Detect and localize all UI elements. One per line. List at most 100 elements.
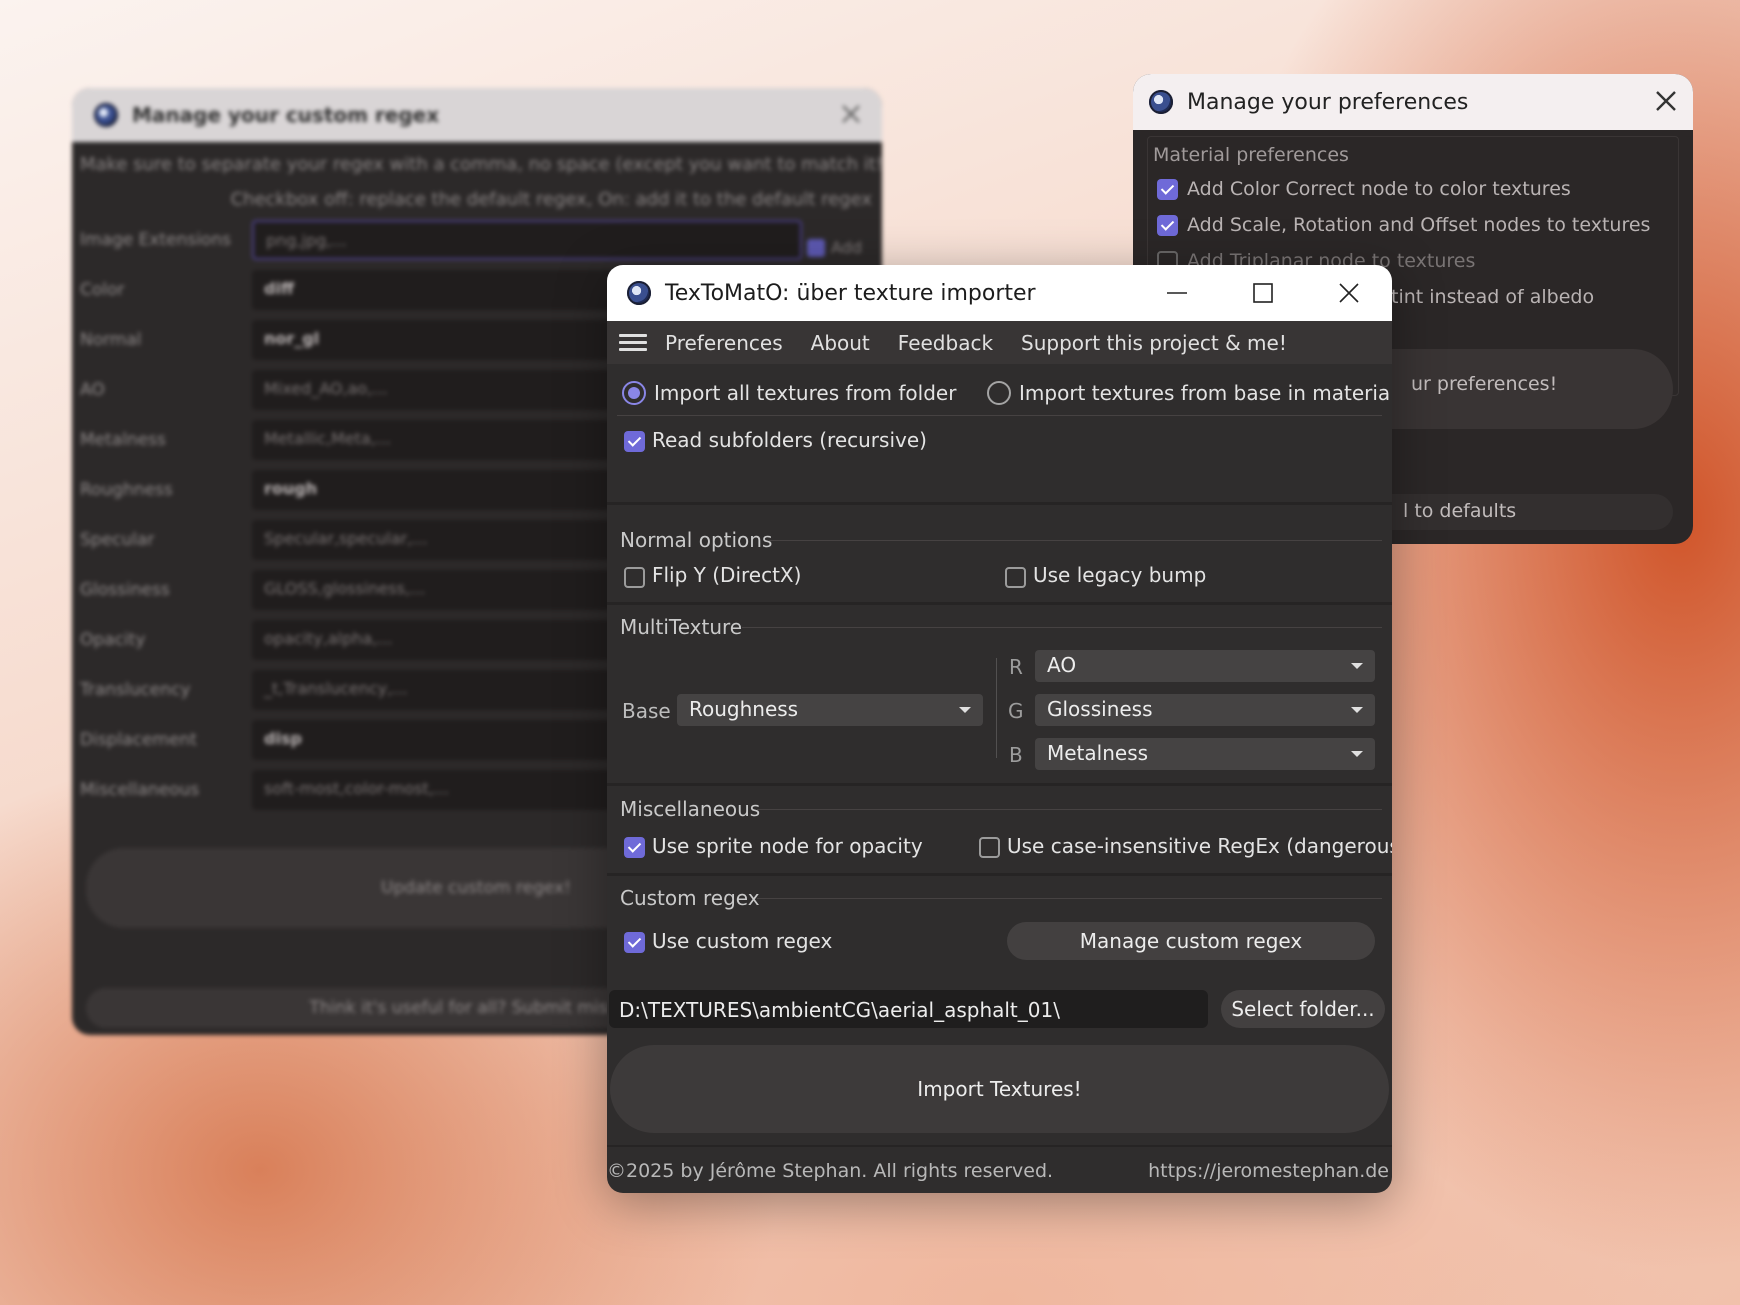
import-base-radio[interactable] [987, 381, 1011, 405]
minimize-icon [1167, 292, 1187, 294]
g-channel-dropdown[interactable]: Glossiness [1035, 694, 1375, 726]
regex-note-2: Checkbox off: replace the default regex,… [230, 189, 872, 210]
chevron-down-icon [1351, 663, 1363, 669]
import-folder-label: Import all textures from folder [654, 381, 957, 405]
regex-row-label: Metalness [80, 430, 166, 450]
close-button[interactable] [1306, 265, 1392, 321]
regex-row-input[interactable]: png,jpg,... [252, 220, 802, 260]
copyright-text: ©2025 by Jérôme Stephan. All rights rese… [607, 1160, 1054, 1182]
close-icon [1339, 283, 1359, 303]
legacy-bump-label: Use legacy bump [1033, 563, 1207, 587]
separator [757, 809, 1382, 810]
pref-label: tint instead of albedo [1391, 286, 1595, 308]
checkbox-checked-icon [1157, 214, 1178, 236]
normal-options-title: Normal options [620, 528, 773, 552]
base-dropdown-value: Roughness [689, 697, 799, 721]
b-dropdown-value: Metalness [1047, 741, 1149, 765]
b-label: B [1009, 743, 1023, 767]
maximize-button[interactable] [1220, 265, 1306, 321]
regex-row-label: Displacement [80, 730, 197, 750]
case-insensitive-checkbox[interactable] [979, 837, 1000, 858]
case-insensitive-label: Use case-insensitive RegEx (dangerous!) [1007, 834, 1392, 858]
regex-row-label: Normal [80, 330, 142, 350]
separator [769, 540, 1382, 541]
regex-row-label: Translucency [80, 680, 191, 700]
regex-row-label: Miscellaneous [80, 780, 200, 800]
pref-scale-rotation-offset[interactable]: Add Scale, Rotation and Offset nodes to … [1157, 214, 1650, 236]
regex-row: Image Extensions png,jpg,... [78, 220, 882, 260]
hamburger-menu-icon[interactable] [619, 330, 647, 355]
preferences-title: Manage your preferences [1187, 89, 1469, 115]
save-preferences-label: ur preferences! [1411, 373, 1558, 395]
regex-row-label: Glossiness [80, 580, 170, 600]
material-preferences-title: Material preferences [1153, 144, 1349, 166]
menu-preferences[interactable]: Preferences [665, 331, 783, 355]
use-custom-regex-checkbox[interactable] [624, 932, 645, 953]
menu-support[interactable]: Support this project & me! [1021, 331, 1287, 355]
main-title: TexToMatO: über texture importer [665, 280, 1036, 306]
chevron-down-icon [1351, 751, 1363, 757]
main-window: TexToMatO: über texture importer Prefere… [607, 265, 1392, 1193]
checkbox-checked-icon [1157, 178, 1178, 200]
preferences-titlebar: Manage your preferences [1133, 74, 1693, 130]
import-folder-radio[interactable] [622, 381, 646, 405]
separator [607, 873, 1392, 876]
import-base-label: Import textures from base in material [1019, 381, 1392, 405]
legacy-bump-checkbox[interactable] [1005, 567, 1026, 588]
separator [607, 1145, 1392, 1147]
separator [757, 898, 1382, 899]
folder-path-input[interactable]: D:\TEXTURES\ambientCG\aerial_asphalt_01\ [609, 990, 1208, 1028]
regex-note-1: Make sure to separate your regex with a … [80, 154, 882, 175]
pref-label: Add Scale, Rotation and Offset nodes to … [1187, 214, 1651, 236]
chevron-down-icon [1351, 707, 1363, 713]
regex-window-title: Manage your custom regex [132, 103, 440, 127]
separator [607, 783, 1392, 786]
separator [607, 502, 1392, 505]
regex-window-titlebar: Manage your custom regex [72, 88, 882, 142]
read-subfolders-label: Read subfolders (recursive) [652, 428, 927, 452]
r-dropdown-value: AO [1047, 653, 1077, 677]
minimize-button[interactable] [1134, 265, 1220, 321]
regex-row-label: Specular [80, 530, 155, 550]
maximize-icon [1253, 283, 1273, 303]
g-label: G [1008, 699, 1024, 723]
regex-row-label: Roughness [80, 480, 173, 500]
separator [617, 415, 1382, 416]
import-textures-button[interactable]: Import Textures! [610, 1045, 1389, 1133]
chevron-down-icon [959, 707, 971, 713]
main-titlebar: TexToMatO: über texture importer [607, 265, 1392, 321]
separator [742, 627, 1382, 628]
menu-bar: Preferences About Feedback Support this … [607, 321, 1392, 364]
pref-color-correct[interactable]: Add Color Correct node to color textures [1157, 178, 1571, 200]
r-channel-dropdown[interactable]: AO [1035, 650, 1375, 682]
menu-feedback[interactable]: Feedback [898, 331, 993, 355]
multitexture-title: MultiTexture [620, 615, 743, 639]
misc-title: Miscellaneous [620, 797, 761, 821]
close-icon[interactable] [1655, 90, 1677, 112]
regex-row-label: AO [80, 380, 105, 400]
pref-label: Add Color Correct node to color textures [1187, 178, 1571, 200]
pref-tint[interactable]: tint instead of albedo [1391, 286, 1594, 308]
base-dropdown[interactable]: Roughness [677, 694, 983, 726]
manage-custom-regex-button[interactable]: Manage custom regex [1007, 922, 1375, 960]
custom-regex-title: Custom regex [620, 886, 760, 910]
read-subfolders-checkbox[interactable] [624, 431, 645, 452]
flip-y-checkbox[interactable] [624, 567, 645, 588]
base-label: Base [622, 699, 671, 723]
menu-about[interactable]: About [811, 331, 870, 355]
app-logo-icon [1149, 90, 1173, 114]
website-link[interactable]: https://jeromestephan.de [1148, 1160, 1389, 1182]
use-custom-regex-label: Use custom regex [652, 929, 833, 953]
regex-row-label: Opacity [80, 630, 146, 650]
sprite-opacity-checkbox[interactable] [624, 837, 645, 858]
g-dropdown-value: Glossiness [1047, 697, 1153, 721]
app-logo-icon [627, 281, 651, 305]
separator [996, 658, 997, 758]
regex-row-label: Image Extensions [80, 230, 231, 250]
b-channel-dropdown[interactable]: Metalness [1035, 738, 1375, 770]
sprite-opacity-label: Use sprite node for opacity [652, 834, 923, 858]
close-icon[interactable] [840, 103, 862, 125]
flip-y-label: Flip Y (DirectX) [652, 563, 802, 587]
r-label: R [1009, 655, 1023, 679]
select-folder-button[interactable]: Select folder... [1221, 990, 1385, 1028]
